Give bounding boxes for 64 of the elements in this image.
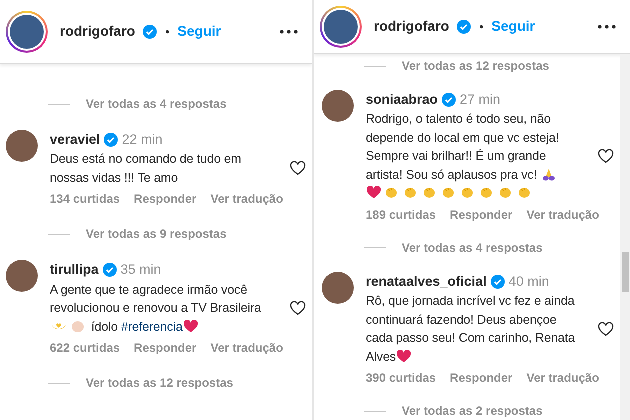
clap-emoji-icon	[499, 186, 512, 200]
view-replies-link[interactable]: Ver todas as 4 respostas	[402, 238, 543, 257]
comment-time: 22 min	[122, 131, 163, 149]
view-replies-link[interactable]: Ver todas as 2 respostas	[402, 402, 543, 420]
scrollbar[interactable]	[620, 54, 630, 420]
clap-emoji-icon	[480, 186, 493, 200]
separator-dot: •	[479, 18, 484, 36]
clap-emoji-icon	[442, 186, 455, 200]
heart-emoji-icon	[184, 320, 198, 332]
likes-count: 390 curtidas	[366, 370, 436, 387]
clap-emoji-icon	[385, 186, 398, 200]
comment-text: Deus está no comando de tudo em nossas vidas !!! Te amo	[50, 151, 242, 187]
comment-username[interactable]: tirullipa	[50, 260, 99, 280]
hand-emoji-icon	[71, 320, 85, 332]
likes-count: 622 curtidas	[50, 340, 120, 357]
user-avatar[interactable]	[6, 130, 38, 162]
clap-emoji-icon	[461, 186, 474, 200]
more-options-icon[interactable]	[598, 24, 616, 28]
view-replies-link[interactable]: Ver todas as 12 respostas	[86, 374, 234, 392]
heart-emoji-icon	[367, 186, 381, 200]
translate-link[interactable]: Ver tradução	[526, 206, 600, 224]
view-replies-link[interactable]: Ver todas as 9 respostas	[86, 225, 227, 244]
pray-emoji-icon	[542, 168, 556, 181]
translate-link[interactable]: Ver tradução	[526, 369, 600, 387]
comment-text: A gente que te agradece irmão você revolucionou e renovou a TV Brasileira ídolo #referencia	[50, 282, 262, 336]
reply-link[interactable]: Responder	[450, 206, 513, 224]
reply-link[interactable]: Responder	[450, 369, 513, 387]
user-avatar[interactable]	[6, 260, 38, 292]
clap-emoji-icon	[518, 186, 531, 200]
comment-time: 40 min	[508, 272, 550, 291]
like-heart-icon[interactable]	[598, 322, 614, 336]
translate-link[interactable]: Ver tradução	[210, 339, 284, 357]
likes-count: 189 curtidas	[366, 206, 436, 224]
view-replies-link[interactable]: Ver todas as 4 respostas	[86, 95, 227, 113]
heart-emoji-icon	[397, 350, 412, 362]
header-username[interactable]: rodrigofaro	[374, 16, 450, 37]
clap-emoji-icon	[404, 186, 417, 200]
comment-time: 35 min	[120, 261, 162, 280]
clap-emoji-icon	[423, 186, 436, 200]
like-heart-icon[interactable]	[290, 300, 306, 316]
comment-username[interactable]: renataalves_oficial	[366, 272, 487, 292]
reply-link[interactable]: Responder	[134, 190, 197, 208]
comment-username[interactable]: veraviel	[50, 130, 100, 150]
header-username[interactable]: rodrigofaro	[60, 21, 136, 42]
comment-text: Rô, que jornada incrível vc fez e ainda continuará fazendo! Deus abençoe cada passo seu! Com carinho, Renata Alves	[366, 293, 576, 366]
translate-link[interactable]: Ver tradução	[210, 190, 284, 208]
likes-count: 134 curtidas	[50, 191, 120, 208]
follow-button[interactable]: Seguir	[178, 21, 222, 42]
comment-text: Rodrigo, o talento é todo seu, não depende do local em que vc esteja! Sempre vai brilhar!! É um grande artista! Sou só aplausos pra vc!	[366, 110, 582, 203]
view-replies-link[interactable]: Ver todas as 12 respostas	[402, 57, 550, 75]
hands-heart-emoji-icon	[51, 320, 67, 332]
separator-dot: •	[165, 24, 170, 40]
profile-avatar[interactable]	[320, 6, 362, 48]
follow-button[interactable]: Seguir	[492, 16, 536, 37]
hashtag-link[interactable]: #referencia	[121, 320, 183, 334]
like-heart-icon[interactable]	[290, 161, 306, 176]
comment-time: 27 min	[460, 91, 501, 109]
reply-link[interactable]: Responder	[134, 339, 197, 357]
user-avatar[interactable]	[322, 90, 354, 122]
more-options-icon[interactable]	[280, 30, 298, 34]
user-avatar[interactable]	[322, 272, 354, 304]
comment-username[interactable]: soniaabrao	[366, 90, 438, 110]
like-heart-icon[interactable]	[598, 149, 614, 164]
profile-avatar[interactable]	[6, 10, 48, 52]
